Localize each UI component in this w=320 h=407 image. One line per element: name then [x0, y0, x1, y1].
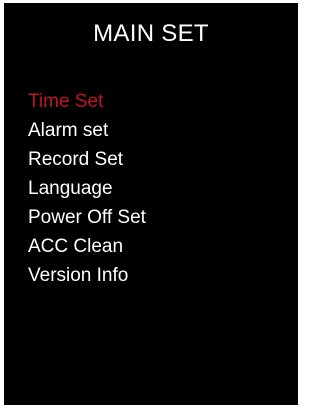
- main-set-menu: Time Set Alarm set Record Set Language P…: [28, 87, 146, 290]
- menu-item-alarm-set[interactable]: Alarm set: [28, 116, 146, 145]
- menu-item-power-off-set[interactable]: Power Off Set: [28, 203, 146, 232]
- menu-title: MAIN SET: [93, 20, 209, 47]
- menu-item-version-info[interactable]: Version Info: [28, 261, 146, 290]
- menu-item-time-set[interactable]: Time Set: [28, 87, 146, 116]
- menu-item-language[interactable]: Language: [28, 174, 146, 203]
- device-screen: MAIN SET Time Set Alarm set Record Set L…: [4, 3, 298, 405]
- menu-item-acc-clean[interactable]: ACC Clean: [28, 232, 146, 261]
- menu-item-record-set[interactable]: Record Set: [28, 145, 146, 174]
